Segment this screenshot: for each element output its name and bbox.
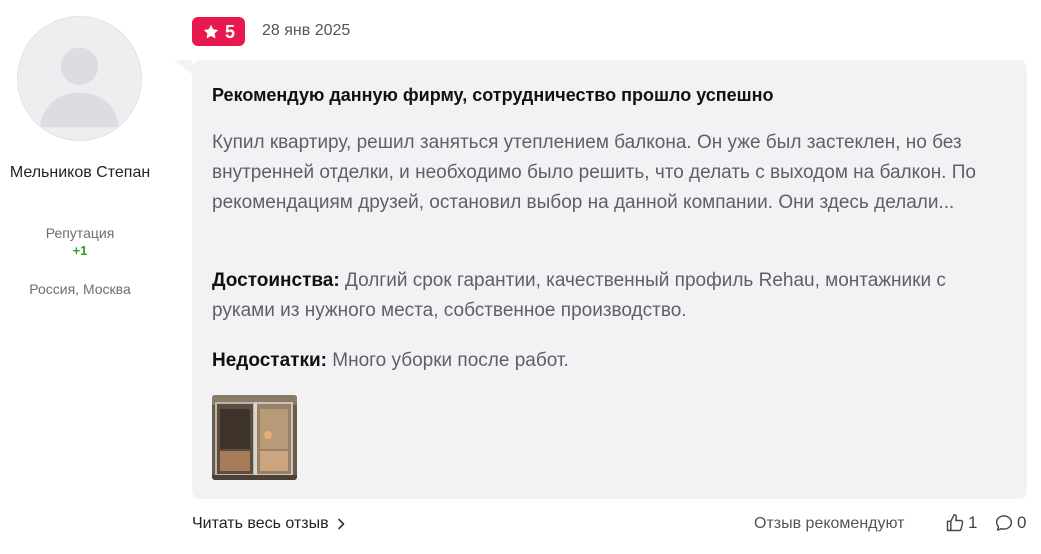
likes-count: 1	[968, 513, 978, 532]
bubble-tail	[174, 60, 192, 74]
balcony-photo-thumbnail	[212, 395, 297, 480]
review-pros: Достоинства: Долгий срок гарантии, качес…	[212, 266, 1012, 326]
user-placeholder-icon	[18, 17, 141, 140]
comment-icon	[995, 515, 1013, 531]
pros-label: Достоинства:	[212, 270, 340, 291]
rating-value: 5	[224, 21, 235, 42]
comments-button[interactable]: 0	[994, 513, 1026, 533]
review-cons: Недостатки: Много уборки после работ.	[212, 346, 1012, 376]
review-title[interactable]: Рекомендую данную фирму, сотрудничество …	[212, 84, 1002, 106]
author-location: Россия, Москва	[29, 281, 131, 297]
avatar[interactable]	[17, 16, 142, 141]
read-more-label: Читать весь отзыв	[192, 515, 329, 532]
thumbs-up-icon	[946, 513, 964, 532]
recommend-label: Отзыв рекомендуют	[754, 515, 905, 532]
reputation-label: Репутация	[45, 225, 115, 241]
chevron-right-icon	[337, 518, 344, 530]
review-date: 28 янв 2025	[262, 22, 351, 39]
review-card: Рекомендую данную фирму, сотрудничество …	[192, 60, 1027, 499]
review-body: Купил квартиру, решил заняться утепление…	[212, 132, 976, 213]
review-photo[interactable]	[212, 395, 297, 480]
rating-badge: 5	[192, 17, 245, 46]
cons-text: Много уборки после работ.	[332, 350, 569, 371]
author-name[interactable]: Мельников Степан	[0, 162, 160, 183]
comments-count: 0	[1017, 513, 1027, 532]
like-button[interactable]: 1	[945, 513, 977, 533]
reputation-value: +1	[72, 243, 88, 258]
read-full-review-link[interactable]: Читать весь отзыв	[192, 515, 346, 533]
star-icon	[203, 24, 219, 38]
cons-label: Недостатки:	[212, 350, 327, 371]
